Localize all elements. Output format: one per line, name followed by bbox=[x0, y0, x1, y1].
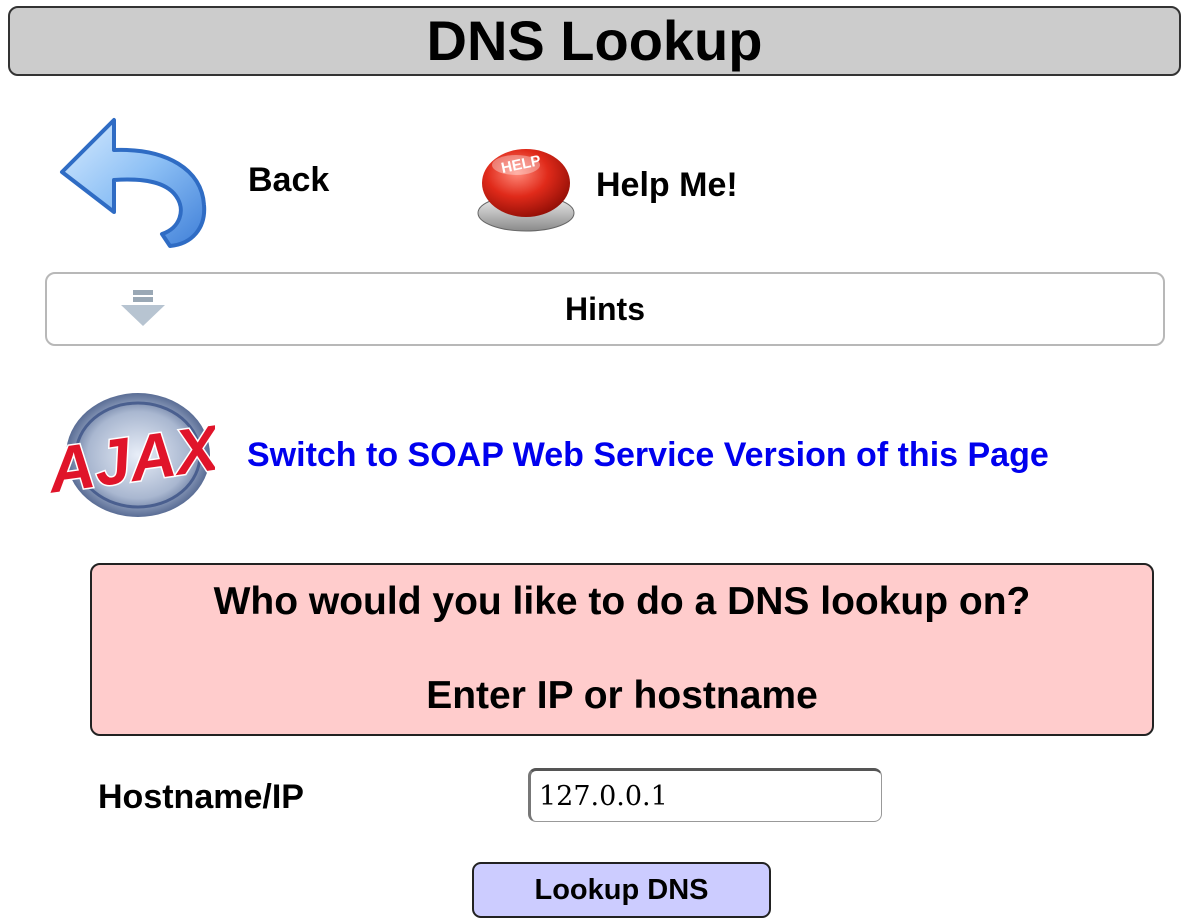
page-header: DNS Lookup bbox=[8, 6, 1181, 76]
help-button-icon: HELP bbox=[477, 149, 575, 232]
hostname-input[interactable] bbox=[528, 768, 882, 822]
back-label: Back bbox=[248, 160, 330, 199]
down-arrow-icon bbox=[121, 290, 165, 326]
back-arrow-icon bbox=[60, 118, 207, 248]
back-link[interactable]: Back bbox=[52, 110, 329, 250]
instruction-question: Who would you like to do a DNS lookup on… bbox=[213, 580, 1031, 623]
hints-toggle[interactable]: Hints bbox=[45, 272, 1165, 346]
hostname-label: Hostname/IP bbox=[98, 778, 304, 816]
soap-service-link[interactable]: AJAX Switch to SOAP Web Service Version … bbox=[50, 385, 1049, 525]
hints-label: Hints bbox=[565, 290, 645, 327]
lookup-dns-button[interactable]: Lookup DNS bbox=[472, 862, 771, 918]
instruction-hint: Enter IP or hostname bbox=[426, 674, 818, 717]
ajax-logo-icon: AJAX bbox=[50, 393, 215, 517]
instruction-box: Who would you like to do a DNS lookup on… bbox=[90, 563, 1154, 736]
soap-link-label[interactable]: Switch to SOAP Web Service Version of th… bbox=[247, 436, 1049, 475]
help-link[interactable]: HELP Help Me! bbox=[470, 135, 738, 235]
help-label: Help Me! bbox=[596, 165, 738, 204]
page-title: DNS Lookup bbox=[426, 9, 763, 72]
